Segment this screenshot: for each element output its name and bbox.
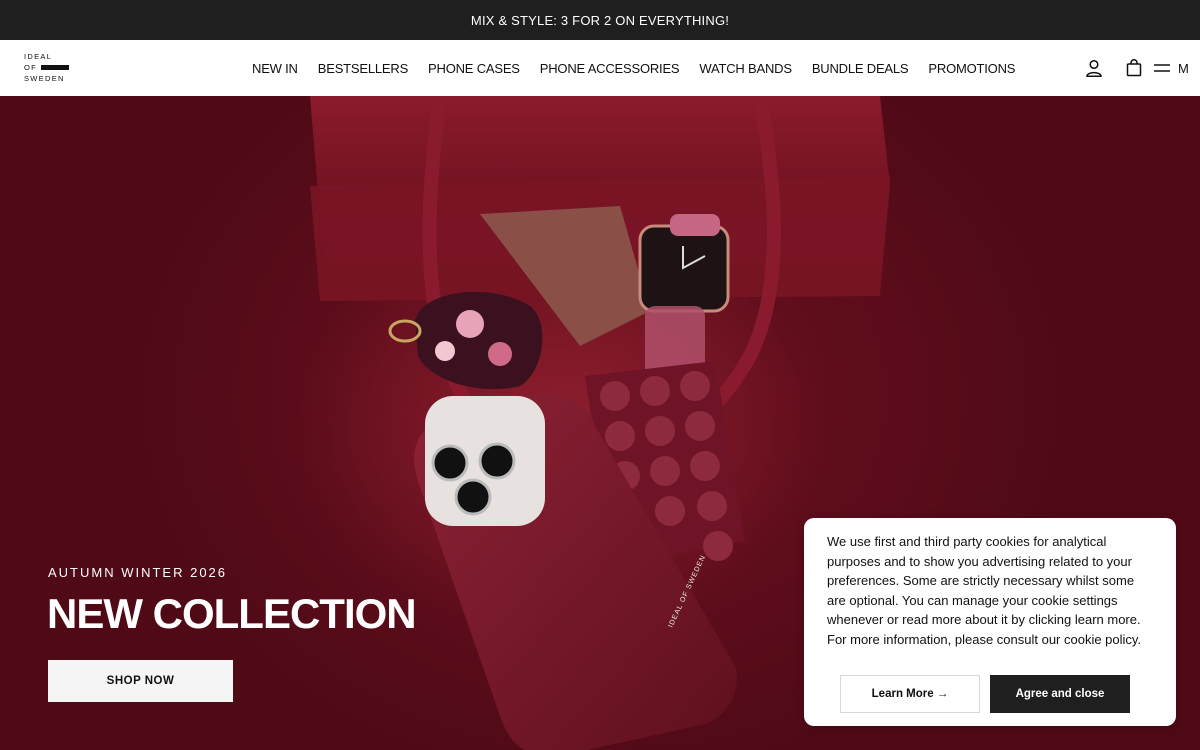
nav-item-phone-accessories[interactable]: PHONE ACCESSORIES [530, 61, 690, 76]
account-icon [1086, 59, 1102, 77]
nav-item-bundle-deals[interactable]: BUNDLE DEALS [802, 61, 919, 76]
nav-item-promotions[interactable]: PROMOTIONS [918, 61, 1025, 76]
cart-button[interactable] [1114, 40, 1154, 96]
main-nav: NEW IN BESTSELLERS PHONE CASES PHONE ACC… [242, 40, 1025, 96]
nav-item-phone-cases[interactable]: PHONE CASES [418, 61, 530, 76]
promo-text[interactable]: MIX & STYLE: 3 FOR 2 ON EVERYTHING! [471, 13, 729, 28]
logo[interactable]: IDEAL OF SWEDEN [24, 51, 84, 87]
logo-line-1: IDEAL [24, 52, 53, 61]
nav-item-watch-bands[interactable]: WATCH BANDS [689, 61, 801, 76]
site-header: IDEAL OF SWEDEN NEW IN BESTSELLERS PHONE… [0, 40, 1200, 96]
menu-button[interactable]: M [1154, 40, 1200, 96]
hero-title: NEW COLLECTION [47, 590, 417, 637]
nav-item-bestsellers[interactable]: BESTSELLERS [308, 61, 418, 76]
cookie-text: We use first and third party cookies for… [827, 534, 1142, 647]
menu-icon [1154, 64, 1170, 72]
airpods-case [415, 291, 543, 390]
account-button[interactable] [1074, 40, 1114, 96]
hero-subtitle: AUTUMN WINTER 2026 [48, 565, 228, 580]
menu-label: M [1178, 60, 1189, 76]
shop-now-button[interactable]: SHOP NOW [48, 660, 233, 702]
header-actions: M [1074, 40, 1200, 96]
promo-bar[interactable]: MIX & STYLE: 3 FOR 2 ON EVERYTHING! [0, 0, 1200, 40]
cookie-banner: We use first and third party cookies for… [804, 518, 1176, 726]
agree-close-button[interactable]: Agree and close [990, 675, 1130, 713]
logo-line-3: SWEDEN [24, 74, 65, 83]
logo-line-2: OF [24, 63, 38, 72]
bag-icon [1126, 59, 1142, 77]
nav-item-new-in[interactable]: NEW IN [242, 61, 308, 76]
logo-bar [41, 64, 70, 70]
learn-more-button[interactable]: Learn More → [840, 675, 980, 713]
